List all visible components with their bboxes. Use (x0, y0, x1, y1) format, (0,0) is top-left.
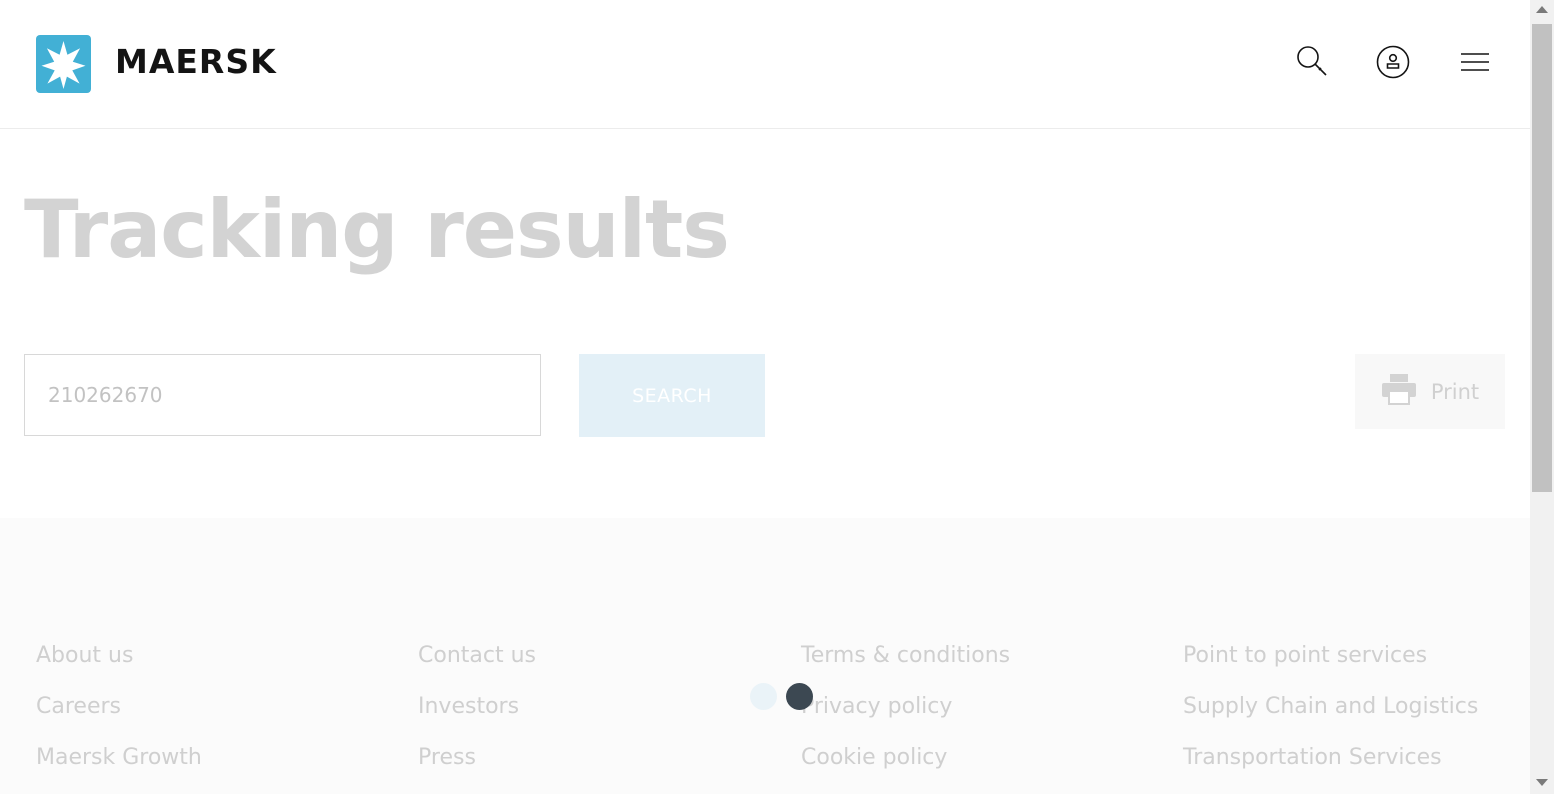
loading-dot-dark (786, 683, 813, 710)
search-button[interactable]: SEARCH (579, 354, 765, 437)
footer-link-transportation[interactable]: Transportation Services (1183, 745, 1478, 771)
user-account-icon[interactable] (1375, 44, 1411, 80)
brand-name: MAERSK (115, 42, 277, 81)
footer-link-cookie-policy[interactable]: Cookie policy (801, 745, 1010, 771)
scrollbar-thumb[interactable] (1532, 24, 1552, 492)
vertical-scrollbar[interactable] (1530, 0, 1554, 794)
footer-link-terms[interactable]: Terms & conditions (801, 643, 1010, 669)
footer-link-maersk-growth[interactable]: Maersk Growth (36, 745, 202, 771)
hamburger-menu-icon[interactable] (1458, 44, 1492, 80)
footer-link-contact-us[interactable]: Contact us (418, 643, 536, 669)
print-button[interactable]: Print (1355, 354, 1505, 429)
scroll-up-arrow-icon[interactable] (1536, 6, 1548, 13)
loading-dot-light (750, 683, 777, 710)
page-title: Tracking results (24, 183, 730, 276)
footer-link-point-to-point[interactable]: Point to point services (1183, 643, 1478, 669)
maersk-star-logo[interactable] (36, 35, 91, 93)
print-label: Print (1430, 379, 1480, 404)
footer-link-careers[interactable]: Careers (36, 694, 202, 720)
scroll-down-arrow-icon[interactable] (1536, 779, 1548, 786)
footer-column-legal: Terms & conditions Privacy policy Cookie… (801, 643, 1010, 771)
tracking-number-input[interactable] (24, 354, 541, 436)
footer-link-about-us[interactable]: About us (36, 643, 202, 669)
footer-link-supply-chain[interactable]: Supply Chain and Logistics (1183, 694, 1478, 720)
printer-icon (1381, 373, 1417, 410)
site-header: MAERSK (0, 0, 1530, 129)
footer-column-services: Point to point services Supply Chain and… (1183, 643, 1478, 771)
site-footer: About us Careers Maersk Growth Contact u… (0, 518, 1530, 794)
footer-link-privacy-policy[interactable]: Privacy policy (801, 694, 1010, 720)
footer-column-company: About us Careers Maersk Growth (36, 643, 202, 771)
search-icon[interactable] (1295, 44, 1331, 80)
footer-column-contact: Contact us Investors Press (418, 643, 536, 771)
footer-link-investors[interactable]: Investors (418, 694, 536, 720)
footer-link-press[interactable]: Press (418, 745, 536, 771)
